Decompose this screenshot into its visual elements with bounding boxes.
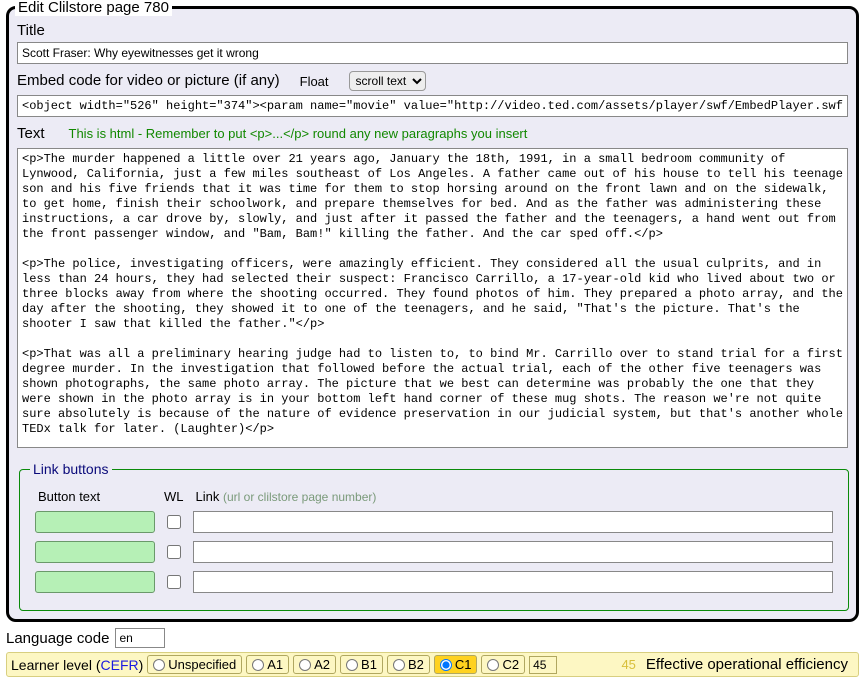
link-row: [34, 510, 834, 534]
learner-level-row: Learner level (CEFR) Unspecified A1 A2 B…: [6, 652, 859, 677]
link-buttons-table: Button text WL Link (url or clilstore pa…: [30, 483, 838, 600]
level-b1[interactable]: B1: [340, 655, 383, 674]
level-c1[interactable]: C1: [434, 655, 478, 674]
button-text-input[interactable]: [35, 541, 155, 563]
wl-checkbox[interactable]: [167, 545, 181, 559]
wl-checkbox[interactable]: [167, 515, 181, 529]
text-textarea[interactable]: [17, 148, 848, 448]
text-hint: This is html - Remember to put <p>...</p…: [69, 126, 528, 141]
title-input[interactable]: [17, 42, 848, 64]
language-input[interactable]: [115, 628, 165, 648]
link-url-input[interactable]: [193, 541, 833, 563]
button-text-input[interactable]: [35, 571, 155, 593]
level-echo: 45: [615, 657, 641, 672]
link-row: [34, 570, 834, 594]
float-select[interactable]: scroll text: [349, 71, 426, 91]
link-buttons-fieldset: Link buttons Button text WL Link (url or…: [19, 461, 849, 611]
button-text-input[interactable]: [35, 511, 155, 533]
link-url-input[interactable]: [193, 571, 833, 593]
link-buttons-legend: Link buttons: [30, 461, 112, 477]
edit-page-panel: Edit Clilstore page 780 Title Embed code…: [6, 6, 859, 622]
link-row: [34, 540, 834, 564]
panel-legend: Edit Clilstore page 780: [15, 0, 172, 16]
level-b2[interactable]: B2: [387, 655, 430, 674]
col-wl: WL: [160, 489, 188, 504]
language-label: Language code: [6, 630, 109, 647]
col-link: Link (url or clilstore page number): [192, 489, 834, 504]
level-value-input[interactable]: [529, 656, 557, 674]
wl-checkbox[interactable]: [167, 575, 181, 589]
level-a1[interactable]: A1: [246, 655, 289, 674]
level-a2[interactable]: A2: [293, 655, 336, 674]
level-description: Effective operational efficiency: [646, 656, 854, 673]
text-label: Text: [17, 125, 45, 142]
float-label: Float: [300, 74, 329, 89]
title-label: Title: [17, 22, 848, 39]
embed-input[interactable]: [17, 95, 848, 117]
level-unspecified[interactable]: Unspecified: [147, 655, 242, 674]
col-button-text: Button text: [34, 489, 156, 504]
embed-label: Embed code for video or picture (if any): [17, 72, 280, 89]
learner-level-label: Learner level (CEFR): [11, 657, 143, 673]
link-url-input[interactable]: [193, 511, 833, 533]
cefr-link[interactable]: CEFR: [101, 657, 139, 673]
level-c2[interactable]: C2: [481, 655, 525, 674]
